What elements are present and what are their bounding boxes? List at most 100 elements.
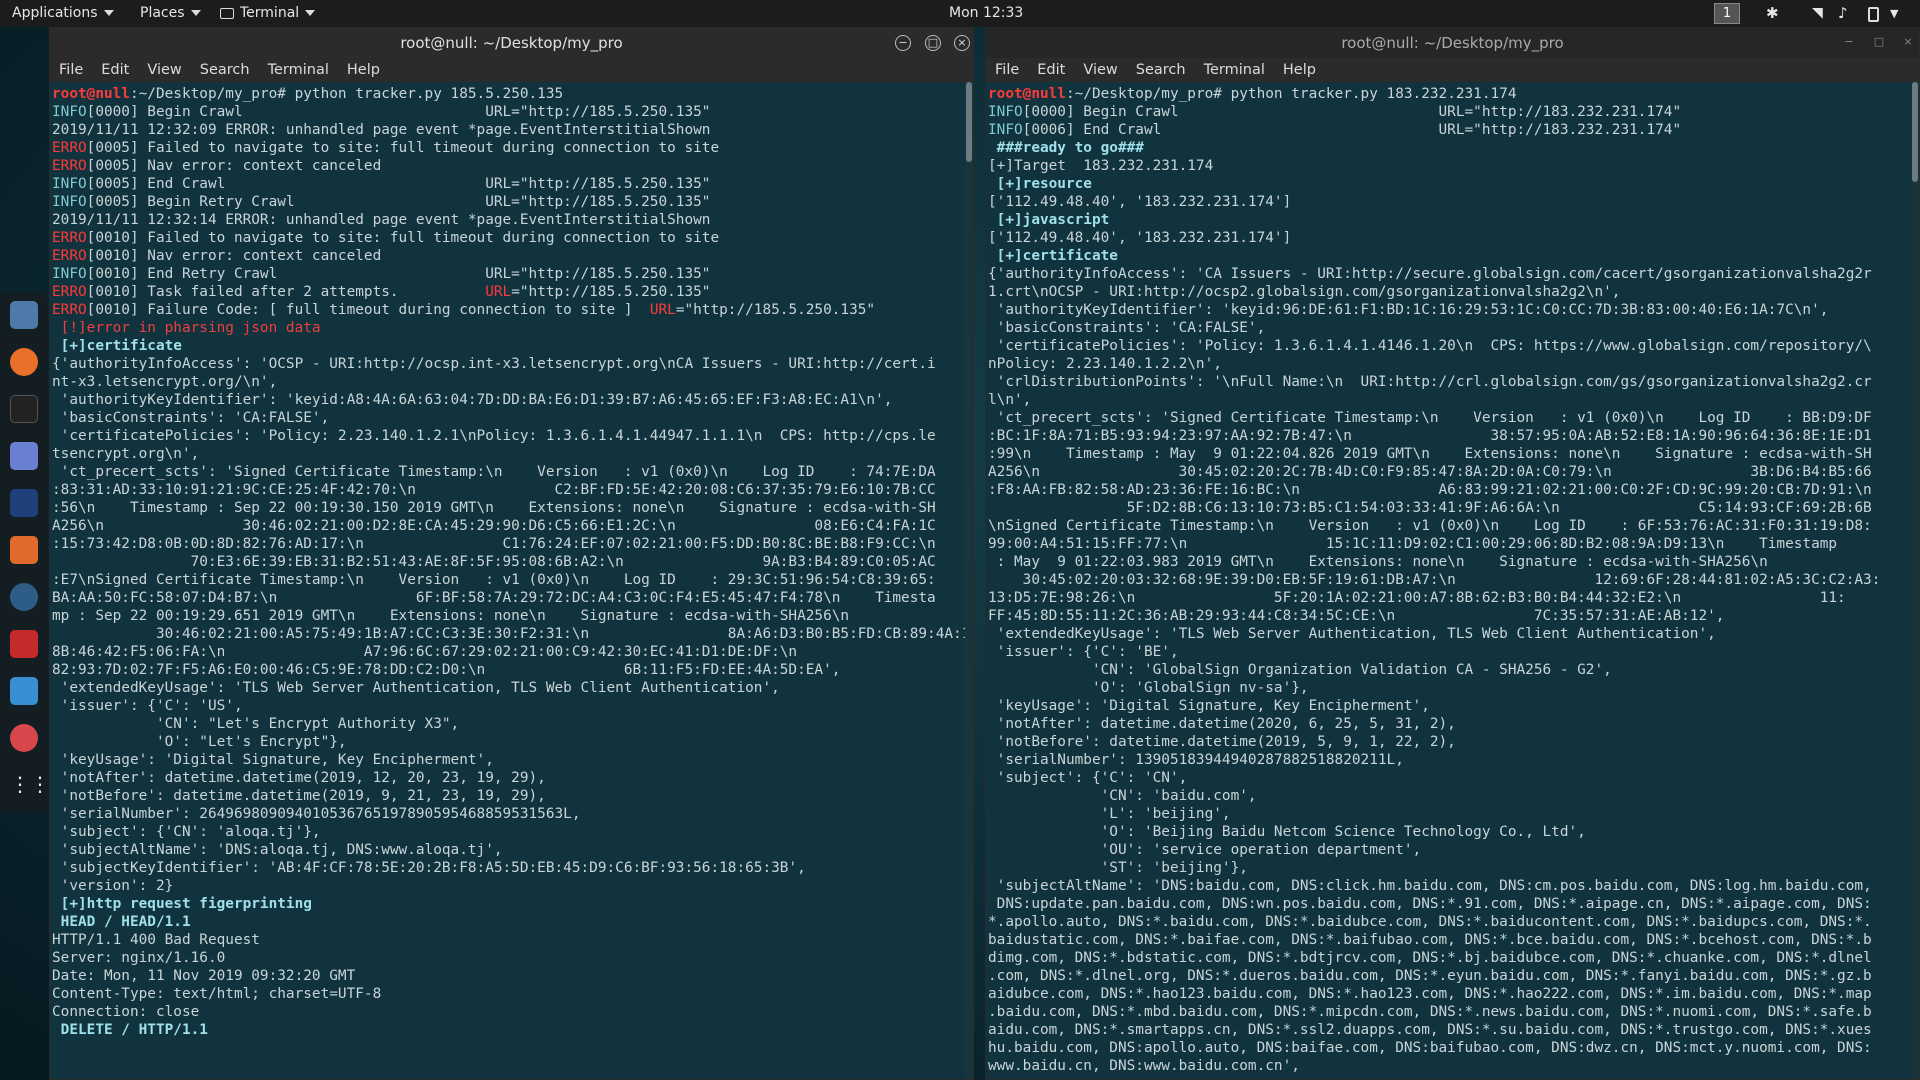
terminal-line: Server: nginx/1.16.0 [52,949,965,967]
terminal-text: HEAD / HEAD/1.1 [52,914,191,930]
terminal-menubar: File Edit View Search Terminal Help [50,58,973,82]
menu-help[interactable]: Help [347,58,380,82]
menu-search[interactable]: Search [200,58,250,82]
volume-icon[interactable]: ♪ [1838,0,1848,27]
terminal-text: :83:31:AD:33:10:91:21:9C:CE:25:4F:42:70:… [52,482,936,498]
terminal-line: aidubce.com, DNS:*.hao123.baidu.com, DNS… [988,985,1911,1003]
terminal-text: 'serialNumber': 139051839449402878825188… [988,752,1404,768]
terminal-output[interactable]: root@null:~/Desktop/my_pro# python track… [50,82,965,1079]
terminal-text: BA:AA:50:FC:58:07:D4:B7:\n 6F:BF:58:7A:2… [52,590,936,606]
clock[interactable]: Mon 12:33 [949,0,1023,27]
folder-icon[interactable] [10,301,38,329]
terminal-text: 1.crt\nOCSP - URI:http://ocsp2.globalsig… [988,284,1621,300]
terminal-line: 'extendedKeyUsage': 'TLS Web Server Auth… [988,625,1911,643]
burpsuite-icon[interactable] [10,536,38,564]
wifi-icon[interactable]: ◥ [1812,0,1823,27]
menu-edit[interactable]: Edit [1037,58,1065,82]
terminal-app-menu[interactable]: Terminal [220,0,316,27]
applications-menu[interactable]: Applications [12,0,114,27]
notes-icon[interactable] [10,442,38,470]
terminal-line: 'extendedKeyUsage': 'TLS Web Server Auth… [52,679,965,697]
terminal-window-left[interactable]: root@null: ~/Desktop/my_pro − □ × File Ed… [49,27,974,1080]
terminal-text: 'certificatePolicies': 'Policy: 2.23.140… [52,428,936,444]
applications-label: Applications [12,5,98,21]
minimize-icon[interactable]: − [1841,35,1857,51]
terminal-line: ['112.49.48.40', '183.232.231.174'] [988,193,1911,211]
terminal-line: 'subject': {'CN': 'aloqa.tj'}, [52,823,965,841]
places-menu[interactable]: Places [140,0,201,27]
maximize-icon[interactable]: □ [925,35,941,51]
menu-file[interactable]: File [995,58,1019,82]
terminal-line: :56\n Timestamp : Sep 22 00:19:30.150 20… [52,499,965,517]
metasploit-icon[interactable] [10,489,38,517]
app-grid-icon[interactable]: ⋮⋮⋮ [10,771,70,799]
terminal-text: 'version': 2} [52,878,174,894]
scrollbar-thumb[interactable] [1912,82,1918,182]
terminal-line: ['112.49.48.40', '183.232.231.174'] [988,229,1911,247]
terminal-line: root@null:~/Desktop/my_pro# python track… [52,85,965,103]
system-icon[interactable]: ✱ [1766,0,1779,27]
terminal-icon[interactable] [10,395,38,423]
terminal-text: 'subjectAltName': 'DNS:aloqa.tj, DNS:www… [52,842,503,858]
terminal-line: root@null:~/Desktop/my_pro# python track… [988,85,1911,103]
screenshot-icon[interactable] [10,677,38,705]
menu-view[interactable]: View [147,58,181,82]
terminal-text: [!]error in pharsing json data [52,320,321,336]
menu-search[interactable]: Search [1136,58,1186,82]
close-icon[interactable]: × [1900,35,1916,51]
terminal-text: :F8:AA:FB:82:58:AD:23:36:FE:16:BC:\n A6:… [988,482,1872,498]
terminal-text: DELETE / HTTP/1.1 [52,1022,208,1038]
menu-edit[interactable]: Edit [101,58,129,82]
terminal-line: INFO[0010] End Retry Crawl URL="http://1… [52,265,965,283]
eye-icon[interactable] [10,583,38,611]
terminal-line: [+]Target 183.232.231.174 [988,157,1911,175]
menu-view[interactable]: View [1083,58,1117,82]
terminal-line: :F8:AA:FB:82:58:AD:23:36:FE:16:BC:\n A6:… [988,481,1911,499]
terminal-line: ERRO[0010] Task failed after 2 attempts.… [52,283,965,301]
terminal-window-right[interactable]: root@null: ~/Desktop/my_pro − □ × File Ed… [985,27,1920,1080]
terminal-line: : May 9 01:22:03.983 2019 GMT\n Extensio… [988,553,1911,571]
terminal-text: 'L': 'beijing', [988,806,1231,822]
terminal-text: [0010] Failed to navigate to site: full … [86,230,720,246]
scrollbar-thumb[interactable] [966,82,972,162]
chevron-down-icon[interactable]: ▼ [1890,0,1898,27]
menu-file[interactable]: File [59,58,83,82]
terminal-text: 'ct_precert_scts': 'Signed Certificate T… [988,410,1872,426]
terminal-text: ERRO [52,248,87,264]
battery-icon[interactable] [1868,7,1879,22]
window-title: root@null: ~/Desktop/my_pro [1341,34,1564,52]
maximize-icon[interactable]: □ [1871,35,1887,51]
terminal-line: 'CN': 'baidu.com', [988,787,1911,805]
terminal-text: 'subjectAltName': 'DNS:baidu.com, DNS:cl… [988,878,1872,894]
cherrytree-icon[interactable] [10,630,38,658]
glasses-icon[interactable] [10,724,38,752]
terminal-text: 'certificatePolicies': 'Policy: 1.3.6.1.… [988,338,1872,354]
menu-terminal[interactable]: Terminal [1204,58,1265,82]
firefox-icon[interactable] [10,348,38,376]
terminal-text: INFO [988,104,1023,120]
terminal-output[interactable]: root@null:~/Desktop/my_pro# python track… [986,82,1911,1079]
terminal-line: 'basicConstraints': 'CA:FALSE', [988,319,1911,337]
terminal-line: A256\n 30:46:02:21:00:D2:8E:CA:45:29:90:… [52,517,965,535]
scrollbar[interactable] [965,82,973,1079]
terminal-text: 2019/11/11 12:32:14 ERROR: unhandled pag… [52,212,711,228]
terminal-line: 'keyUsage': 'Digital Signature, Key Enci… [52,751,965,769]
terminal-line: DELETE / HTTP/1.1 [52,1021,965,1039]
window-title-bar[interactable]: root@null: ~/Desktop/my_pro − □ × [986,28,1919,58]
workspace-indicator[interactable]: 1 [1714,3,1740,24]
window-title-bar[interactable]: root@null: ~/Desktop/my_pro − □ × [50,28,973,58]
terminal-text: [0010] Failure Code: [ full timeout duri… [86,302,650,318]
terminal-line: [+]certificate [52,337,965,355]
terminal-text: root@null [988,86,1066,102]
terminal-text: root@null [52,86,130,102]
terminal-line: 13:D5:7E:98:26:\n 5F:20:1A:02:21:00:A7:8… [988,589,1911,607]
scrollbar[interactable] [1911,82,1919,1079]
close-icon[interactable]: × [954,35,970,51]
menu-terminal[interactable]: Terminal [268,58,329,82]
terminal-line: 1.crt\nOCSP - URI:http://ocsp2.globalsig… [988,283,1911,301]
terminal-line: 'notBefore': datetime.datetime(2019, 9, … [52,787,965,805]
terminal-text: 'extendedKeyUsage': 'TLS Web Server Auth… [52,680,780,696]
places-label: Places [140,5,185,21]
menu-help[interactable]: Help [1283,58,1316,82]
minimize-icon[interactable]: − [895,35,911,51]
